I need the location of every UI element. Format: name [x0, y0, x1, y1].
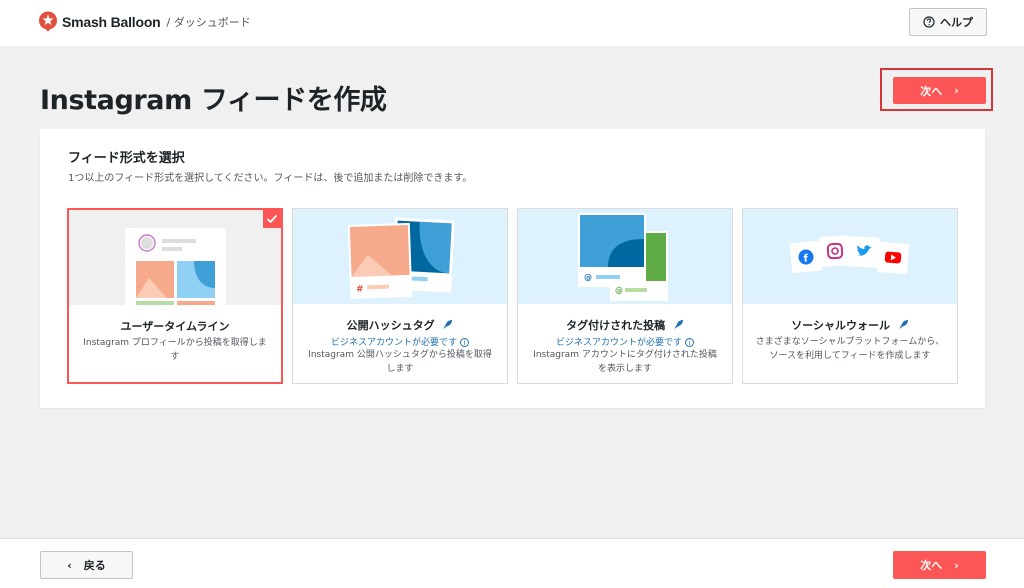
- card-description: Instagram アカウントにタグ付けされた投稿を表示します: [533, 350, 717, 374]
- card-title: ユーザータイムライン: [120, 320, 230, 333]
- selected-check-icon: [263, 210, 281, 228]
- card-title-wrap: 公開ハッシュタグ: [293, 317, 507, 333]
- card-title-wrap: ソーシャルウォール: [743, 317, 957, 333]
- svg-text:@: @: [584, 273, 592, 282]
- feed-type-card-user-timeline[interactable]: ユーザータイムライン Instagram プロフィールから投稿を取得します: [67, 208, 283, 384]
- tagged-posts-illustration: @ @: [518, 209, 732, 304]
- card-title: タグ付けされた投稿: [566, 319, 666, 332]
- brand-logo[interactable]: Smash Balloon / ダッシュボード: [38, 10, 251, 34]
- card-description: Instagram 公開ハッシュタグから投稿を取得します: [308, 350, 492, 374]
- card-description: さまざまなソーシャルプラットフォームから、ソースを利用してフィードを作成します: [755, 337, 945, 361]
- social-wall-illustration: f: [743, 209, 957, 304]
- next-label: 次へ: [920, 84, 943, 98]
- rocket-icon: [442, 319, 453, 333]
- help-label: ヘルプ: [940, 16, 973, 29]
- card-title: 公開ハッシュタグ: [346, 319, 435, 332]
- next-button-top[interactable]: 次へ ›: [893, 77, 986, 104]
- next-button-bottom[interactable]: 次へ ›: [893, 551, 986, 579]
- help-button[interactable]: ヘルプ: [909, 8, 987, 36]
- back-button[interactable]: ‹ 戻る: [40, 551, 133, 579]
- rocket-icon: [898, 319, 909, 333]
- next-label: 次へ: [920, 559, 943, 572]
- svg-text:@: @: [615, 286, 623, 295]
- panel-title: フィード形式を選択: [68, 151, 185, 166]
- hashtag-illustration: #: [293, 209, 507, 304]
- balloon-icon: [38, 11, 58, 33]
- user-timeline-illustration: [69, 210, 281, 305]
- business-account-label: ビジネスアカウントが必要です: [330, 338, 457, 348]
- card-title: ソーシャルウォール: [791, 319, 890, 332]
- footer-bar: [0, 538, 1024, 588]
- chevron-right-icon: ›: [954, 84, 959, 97]
- business-account-link[interactable]: ビジネスアカウントが必要です i: [293, 335, 507, 348]
- back-label: 戻る: [83, 559, 106, 572]
- panel-subtitle: 1つ以上のフィード形式を選択してください。フィードは、後で追加または削除できます…: [68, 173, 473, 184]
- chevron-right-icon: ›: [954, 558, 959, 572]
- card-title-wrap: タグ付けされた投稿: [518, 317, 732, 333]
- card-description: Instagram プロフィールから投稿を取得します: [83, 338, 267, 362]
- svg-text:#: #: [356, 285, 364, 295]
- help-icon: [923, 16, 935, 28]
- rocket-icon: [673, 319, 684, 333]
- info-icon[interactable]: i: [685, 338, 694, 347]
- feed-type-panel: フィード形式を選択 1つ以上のフィード形式を選択してください。フィードは、後で追…: [40, 129, 985, 408]
- page-title: Instagram フィードを作成: [40, 85, 387, 116]
- feed-type-card-social-wall[interactable]: f ソーシャルウォール さまざまなソーシャルプラットフォームから、ソースを利用し…: [742, 208, 958, 384]
- brand-name: Smash Balloon: [62, 14, 161, 30]
- feed-type-card-tagged[interactable]: @ @ タグ付けされた投稿 ビジネスアカウントが必要です i Instagram …: [517, 208, 733, 384]
- feed-type-card-hashtag[interactable]: # 公開ハッシュタグ ビジネスアカウントが必要です i Instagram 公開ハ…: [292, 208, 508, 384]
- breadcrumb[interactable]: / ダッシュボード: [167, 14, 251, 30]
- top-bar: Smash Balloon / ダッシュボード ヘルプ: [0, 0, 1024, 46]
- chevron-left-icon: ‹: [67, 558, 72, 572]
- business-account-link[interactable]: ビジネスアカウントが必要です i: [518, 335, 732, 348]
- business-account-label: ビジネスアカウントが必要です: [555, 338, 682, 348]
- info-icon[interactable]: i: [460, 338, 469, 347]
